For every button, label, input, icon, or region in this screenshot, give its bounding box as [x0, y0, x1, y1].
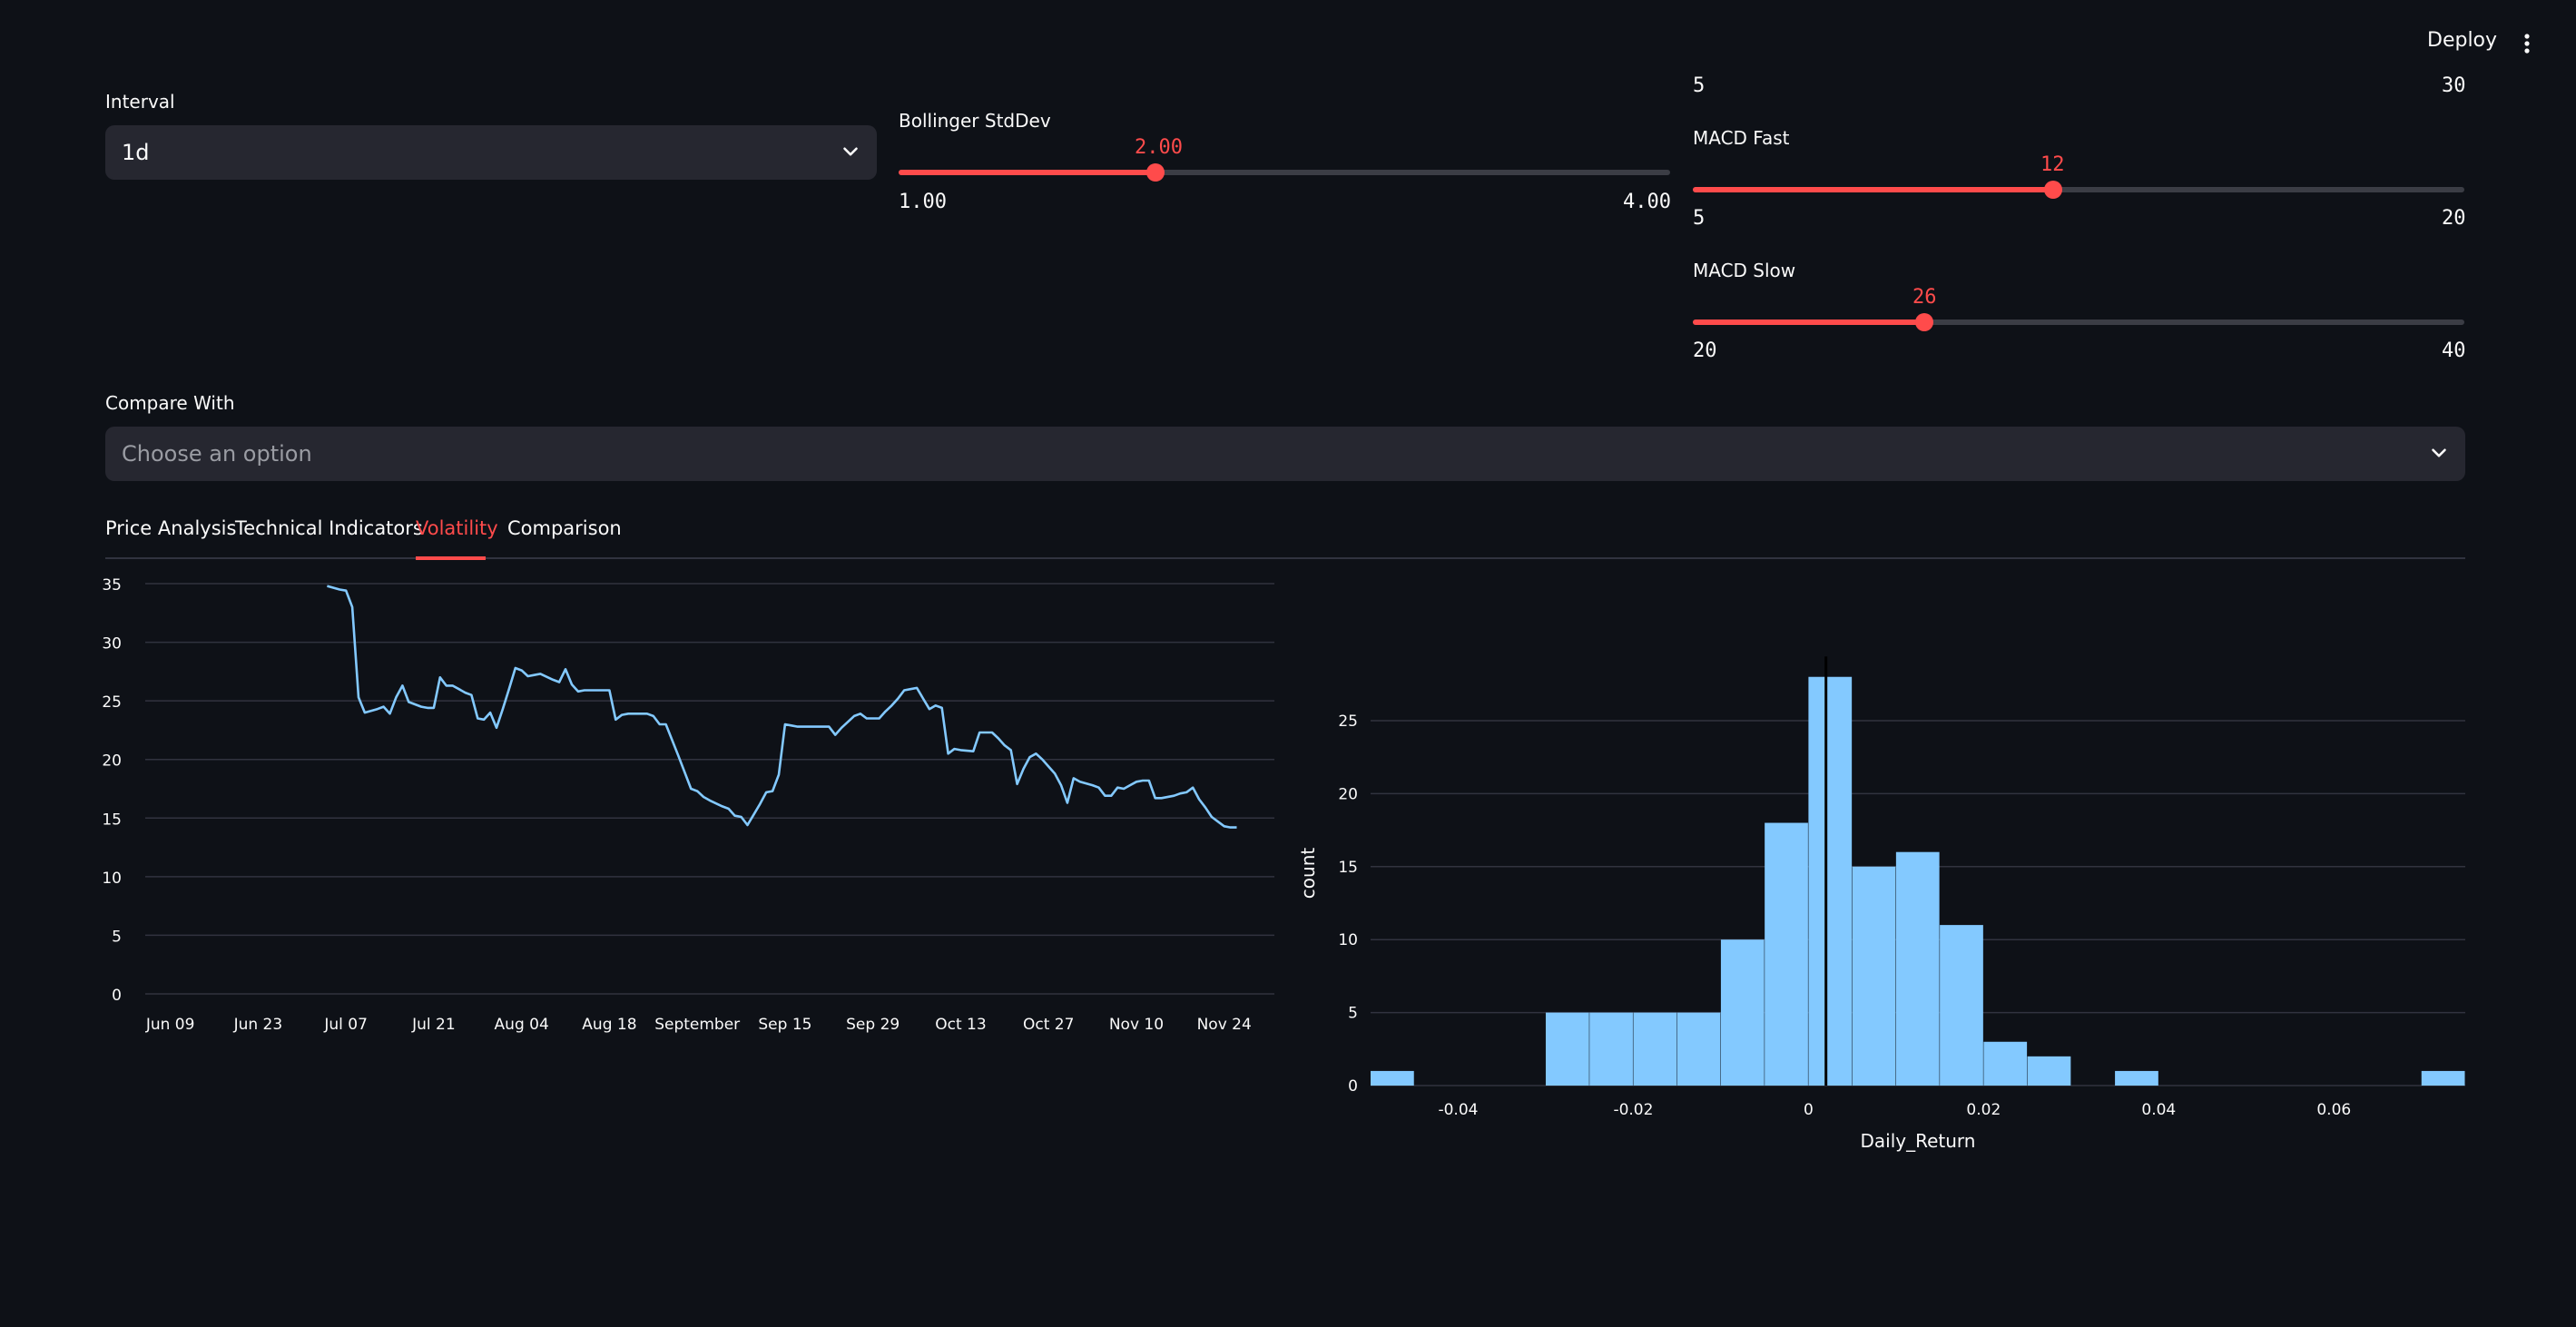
tab-comparison[interactable]: Comparison: [507, 517, 622, 539]
bollinger-label: Bollinger StdDev: [899, 110, 1051, 132]
y-tick-label: 35: [102, 576, 122, 595]
x-tick-label: Oct 27: [1023, 1016, 1074, 1034]
interval-value: 1d: [122, 140, 150, 165]
top-range-min: 5: [1693, 74, 1706, 97]
y-axis-title: count: [1297, 848, 1319, 899]
x-tick-label: Nov 24: [1197, 1016, 1252, 1034]
x-tick-label: Jul 07: [323, 1016, 368, 1034]
histogram-bar: [1676, 1012, 1721, 1086]
macd-slow-min: 20: [1693, 339, 1717, 362]
x-axis-title: Daily_Return: [1861, 1130, 1976, 1152]
macd-fast-fill: [1693, 187, 2053, 192]
macd-fast-slider[interactable]: [1693, 181, 2464, 199]
histogram-bar: [1633, 1012, 1677, 1086]
histogram-bar: [1589, 1012, 1633, 1086]
y-tick-label: 0: [112, 987, 122, 1005]
histogram-bar: [2115, 1070, 2158, 1086]
y-tick-label: 15: [102, 811, 122, 829]
x-tick-label: Sep 15: [758, 1016, 811, 1034]
histogram-bar: [1545, 1012, 1589, 1086]
tab-volatility[interactable]: Volatility: [416, 517, 498, 539]
histogram-bar: [2421, 1070, 2465, 1086]
kebab-menu-icon[interactable]: [2518, 33, 2536, 54]
macd-slow-thumb[interactable]: [1915, 313, 1933, 331]
macd-slow-slider[interactable]: [1693, 313, 2464, 331]
tab-price-analysis[interactable]: Price Analysis: [105, 517, 236, 539]
tab-active-indicator: [416, 556, 486, 560]
daily-return-histogram: 0 5 10 15 20 25 -0.04 -0.02 0 0.02 0.04 0.06 Daily_R…: [1297, 656, 2465, 1152]
x-tick-label: Jun 09: [145, 1016, 195, 1034]
histogram-bar: [1765, 822, 1808, 1086]
y-tick-label: 20: [102, 752, 122, 771]
histogram-bar: [1808, 676, 1853, 1086]
interval-label: Interval: [105, 91, 175, 113]
y-tick-label: 25: [102, 693, 122, 712]
y-tick-label: 5: [112, 928, 122, 946]
chevron-down-icon: [2432, 448, 2446, 457]
macd-slow-label: MACD Slow: [1693, 260, 1796, 281]
macd-fast-value: 12: [2040, 153, 2065, 176]
x-tick-label: Oct 13: [935, 1016, 986, 1034]
x-tick-label: Sep 29: [846, 1016, 900, 1034]
x-tick-label: 0.06: [2316, 1101, 2351, 1119]
x-tick-label: 0.04: [2141, 1101, 2176, 1119]
y-tick-label: 25: [1338, 713, 1358, 731]
histogram-bar: [1720, 939, 1765, 1086]
compare-label: Compare With: [105, 392, 235, 414]
y-tick-label: 10: [102, 870, 122, 888]
x-tick-label: -0.04: [1438, 1101, 1478, 1119]
macd-fast-min: 5: [1693, 207, 1706, 230]
macd-fast-label: MACD Fast: [1693, 127, 1790, 149]
volatility-line-chart: 0 5 10 15 20 25 30 35 Jun 09 Jun 23 Jul 07 Jul 21 Au…: [102, 576, 1274, 1034]
top-range-max: 30: [2442, 74, 2466, 97]
y-tick-label: 0: [1348, 1077, 1358, 1096]
x-tick-label: -0.02: [1613, 1101, 1653, 1119]
compare-placeholder: Choose an option: [122, 441, 312, 467]
bollinger-value: 2.00: [1135, 136, 1183, 159]
bollinger-fill: [899, 170, 1156, 175]
bollinger-thumb[interactable]: [1146, 163, 1165, 182]
volatility-series-line: [327, 585, 1237, 829]
histogram-bar: [1852, 866, 1896, 1086]
macd-fast-max: 20: [2442, 207, 2466, 230]
histogram-bar: [2027, 1056, 2071, 1086]
y-tick-label: 15: [1338, 859, 1358, 877]
y-tick-label: 10: [1338, 931, 1358, 949]
bollinger-min: 1.00: [899, 191, 947, 213]
macd-slow-value: 26: [1912, 286, 1937, 309]
x-tick-label: Jun 23: [233, 1016, 283, 1034]
histogram-bar: [1371, 1070, 1414, 1086]
y-tick-label: 20: [1338, 785, 1358, 803]
deploy-button[interactable]: Deploy: [2427, 29, 2497, 52]
x-tick-label: 0: [1804, 1101, 1814, 1119]
histogram-bar: [1940, 925, 1983, 1086]
x-tick-label: Nov 10: [1109, 1016, 1164, 1034]
x-tick-label: Jul 21: [411, 1016, 456, 1034]
x-tick-label: Aug 18: [582, 1016, 636, 1034]
bollinger-slider[interactable]: [899, 163, 1670, 182]
histogram-bar: [1983, 1041, 2028, 1086]
macd-slow-max: 40: [2442, 339, 2466, 362]
interval-select[interactable]: 1d: [105, 125, 877, 180]
x-tick-label: September: [654, 1016, 740, 1034]
macd-fast-thumb[interactable]: [2043, 181, 2062, 199]
bollinger-max: 4.00: [1623, 191, 1671, 213]
y-tick-label: 5: [1348, 1005, 1358, 1023]
histogram-bar: [1895, 851, 1940, 1086]
y-tick-label: 30: [102, 635, 122, 654]
x-tick-label: 0.02: [1966, 1101, 2001, 1119]
tab-technical-indicators[interactable]: Technical Indicators: [235, 517, 423, 539]
macd-slow-fill: [1693, 319, 1924, 325]
x-tick-label: Aug 04: [495, 1016, 549, 1034]
chevron-down-icon: [843, 147, 858, 156]
compare-select[interactable]: Choose an option: [105, 427, 2465, 481]
